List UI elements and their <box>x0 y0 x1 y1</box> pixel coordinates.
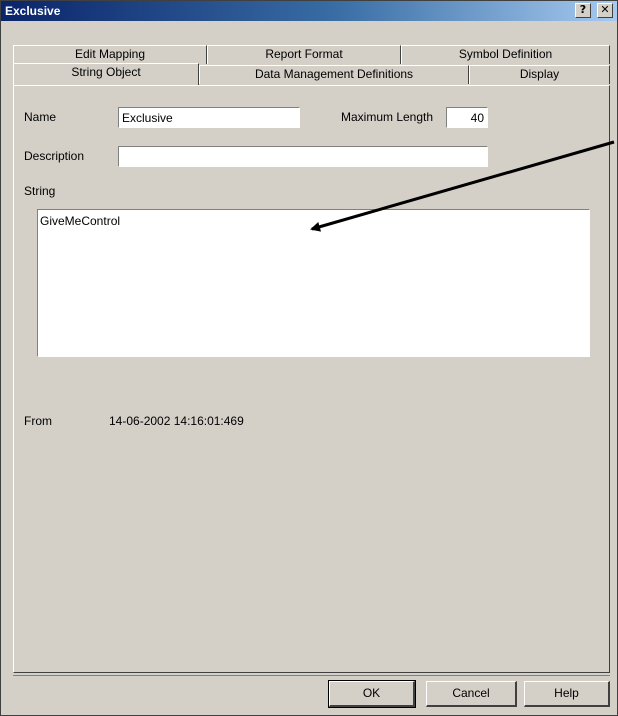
tab-data-management-definitions[interactable]: Data Management Definitions <box>199 65 469 84</box>
close-icon[interactable]: ✕ <box>597 3 613 18</box>
tab-report-format[interactable]: Report Format <box>207 45 401 64</box>
from-label: From <box>24 414 52 428</box>
name-label: Name <box>24 110 57 124</box>
ok-button[interactable]: OK <box>328 680 416 708</box>
tab-edit-mapping[interactable]: Edit Mapping <box>13 45 207 64</box>
string-textarea[interactable]: GiveMeControl <box>37 209 590 357</box>
name-field[interactable] <box>118 107 300 128</box>
string-label: String <box>24 184 56 198</box>
tab-panel: Name Maximum Length Description String G… <box>13 85 610 673</box>
dialog-window: Exclusive ? ✕ Edit Mapping Report Format… <box>0 0 618 716</box>
from-timestamp: 14-06-2002 14:16:01:469 <box>109 414 244 428</box>
description-field[interactable] <box>118 146 488 167</box>
tab-symbol-definition[interactable]: Symbol Definition <box>401 45 610 64</box>
help-title-button[interactable]: ? <box>575 3 591 18</box>
tab-string-object[interactable]: String Object <box>13 63 199 85</box>
maximum-length-label: Maximum Length <box>341 110 434 124</box>
cancel-button[interactable]: Cancel <box>426 681 517 707</box>
tab-display[interactable]: Display <box>469 65 610 84</box>
maximum-length-field[interactable] <box>446 107 488 128</box>
help-button[interactable]: Help <box>524 681 610 707</box>
bottom-separator <box>13 675 610 676</box>
title-bar[interactable]: Exclusive ? ✕ <box>1 1 617 21</box>
window-title: Exclusive <box>5 4 61 18</box>
description-label: Description <box>24 149 85 163</box>
